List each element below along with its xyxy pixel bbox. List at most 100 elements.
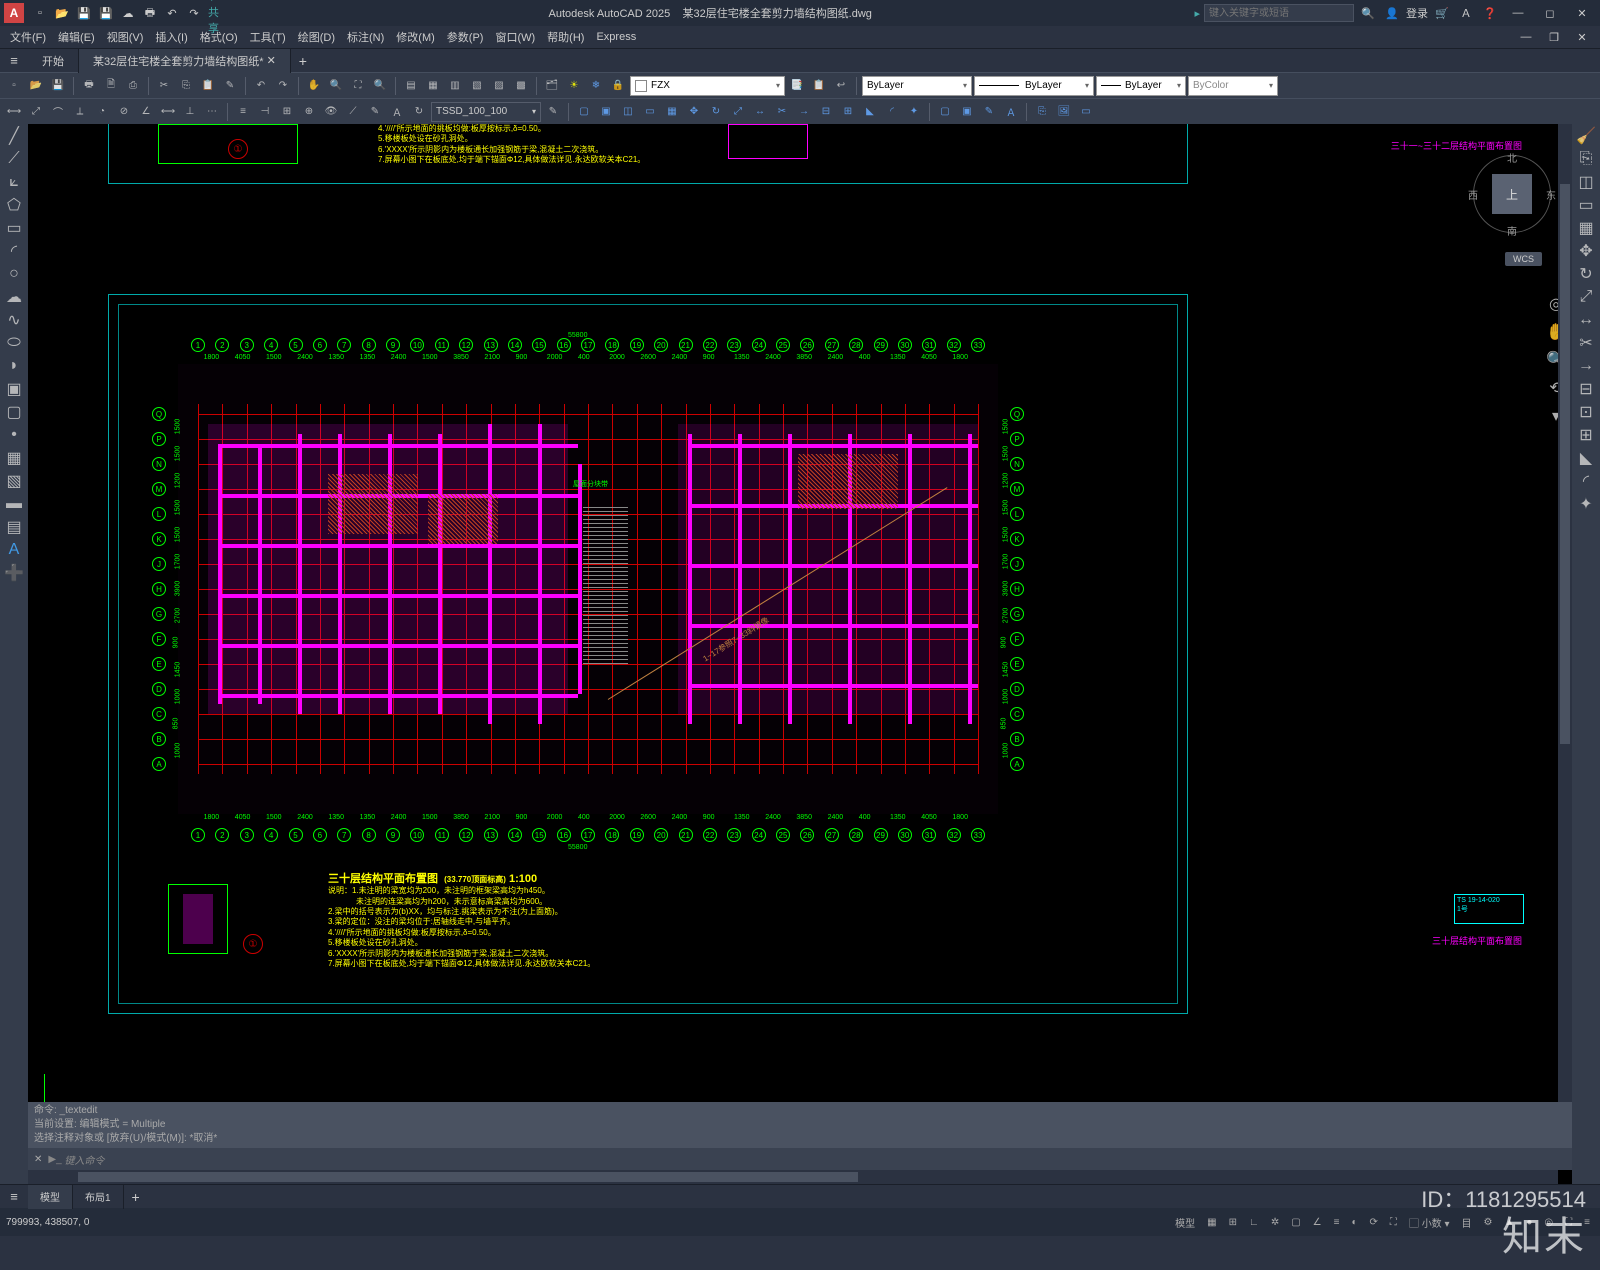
hardware-icon[interactable]: ● xyxy=(1522,1215,1536,1230)
join-icon[interactable]: ⊞ xyxy=(838,102,858,122)
r-break-icon[interactable]: ⊡ xyxy=(1576,402,1596,422)
dim-linear-icon[interactable]: ⟷ xyxy=(4,102,24,122)
new-icon[interactable]: ▫ xyxy=(32,5,48,21)
menu-help[interactable]: 帮助(H) xyxy=(541,27,590,47)
save-icon[interactable]: 💾 xyxy=(76,5,92,21)
dim-continue-icon[interactable]: ⋯ xyxy=(202,102,222,122)
menu-file[interactable]: 文件(F) xyxy=(4,27,52,47)
wcs-badge[interactable]: WCS xyxy=(1505,252,1542,266)
table-icon[interactable]: ▤ xyxy=(4,517,24,537)
minimize-icon[interactable]: — xyxy=(1504,2,1532,24)
tab-add-button[interactable]: + xyxy=(291,53,315,69)
copy-obj-icon[interactable]: ▣ xyxy=(596,102,616,122)
menu-view[interactable]: 视图(V) xyxy=(101,27,150,47)
insert-icon[interactable]: ▣ xyxy=(4,379,24,399)
block-edit-icon[interactable]: ✎ xyxy=(979,102,999,122)
cut-icon[interactable]: ✂ xyxy=(154,76,174,96)
info-icon[interactable]: ❓ xyxy=(1482,5,1498,21)
dim-space-icon[interactable]: ≡ xyxy=(233,102,253,122)
block-insert-icon[interactable]: ▢ xyxy=(935,102,955,122)
zoom-rt-icon[interactable]: 🔍 xyxy=(326,76,346,96)
markup-icon[interactable]: ▨ xyxy=(489,76,509,96)
paste-icon[interactable]: 📋 xyxy=(198,76,218,96)
spline-icon[interactable]: ∿ xyxy=(4,310,24,330)
ellipse-icon[interactable]: ⬭ xyxy=(4,333,24,353)
layer-dropdown[interactable]: FZX▾ xyxy=(630,76,785,96)
tab-model[interactable]: 模型 xyxy=(28,1185,73,1209)
polygon-icon[interactable]: ⬠ xyxy=(4,195,24,215)
revcloud-icon[interactable]: ☁ xyxy=(4,287,24,307)
layer-freeze-icon[interactable]: ❄ xyxy=(586,76,606,96)
layer-sun-icon[interactable]: ☀ xyxy=(564,76,584,96)
lineweight-dropdown[interactable]: ByLayer▾ xyxy=(1096,76,1186,96)
gradient-icon[interactable]: ▧ xyxy=(4,471,24,491)
scale-icon[interactable]: ⤢ xyxy=(728,102,748,122)
preview-icon[interactable]: 🗎 xyxy=(101,76,121,96)
r-chamfer-icon[interactable]: ◣ xyxy=(1576,448,1596,468)
login-link[interactable]: 登录 xyxy=(1406,5,1428,21)
center-mark-icon[interactable]: ⊕ xyxy=(299,102,319,122)
dim-break-icon[interactable]: ⊣ xyxy=(255,102,275,122)
point-icon[interactable]: • xyxy=(4,425,24,445)
doc-restore-icon[interactable]: ❐ xyxy=(1540,26,1568,48)
dim-baseline-icon[interactable]: ⊥ xyxy=(180,102,200,122)
layout-menu-icon[interactable]: ≡ xyxy=(0,1189,28,1204)
otrack-toggle-icon[interactable]: ∠ xyxy=(1309,1215,1326,1230)
polar-toggle-icon[interactable]: ✲ xyxy=(1267,1215,1283,1230)
mtext-icon[interactable]: A xyxy=(4,540,24,560)
r-offset-icon[interactable]: ▭ xyxy=(1576,195,1596,215)
cycling-icon[interactable]: ⟳ xyxy=(1366,1215,1382,1230)
tool-palettes-icon[interactable]: ▥ xyxy=(445,76,465,96)
dim-quick-icon[interactable]: ⟷ xyxy=(158,102,178,122)
r-erase-icon[interactable]: 🧹 xyxy=(1576,126,1596,146)
layer-prev-icon[interactable]: ↩ xyxy=(831,76,851,96)
r-join-icon[interactable]: ⊞ xyxy=(1576,425,1596,445)
horizontal-scrollbar[interactable] xyxy=(28,1170,1558,1184)
array-icon[interactable]: ▦ xyxy=(662,102,682,122)
r-copy-icon[interactable]: ⎘ xyxy=(1576,149,1596,169)
r-move-icon[interactable]: ✥ xyxy=(1576,241,1596,261)
transparency-icon[interactable]: ◐ xyxy=(1347,1215,1361,1230)
dim-arc-icon[interactable]: ⌒ xyxy=(48,102,68,122)
isolate-icon[interactable]: ◎ xyxy=(1540,1215,1557,1230)
attdef-icon[interactable]: Ａ xyxy=(1001,102,1021,122)
qopen-icon[interactable]: 📂 xyxy=(26,76,46,96)
qnew-icon[interactable]: ▫ xyxy=(4,76,24,96)
move-icon[interactable]: ✥ xyxy=(684,102,704,122)
tab-start[interactable]: 开始 xyxy=(28,49,79,73)
circle-icon[interactable]: ○ xyxy=(4,264,24,284)
menu-draw[interactable]: 绘图(D) xyxy=(292,27,341,47)
appstore-icon[interactable]: Ａ xyxy=(1458,5,1474,21)
extend-icon[interactable]: → xyxy=(794,102,814,122)
addselected-icon[interactable]: ➕ xyxy=(4,563,24,583)
inspect-icon[interactable]: 👁 xyxy=(321,102,341,122)
r-scale-icon[interactable]: ⤢ xyxy=(1576,287,1596,307)
menu-param[interactable]: 参数(P) xyxy=(441,27,490,47)
r-extend-icon[interactable]: → xyxy=(1576,356,1596,376)
chamfer-icon[interactable]: ◣ xyxy=(860,102,880,122)
vertical-scroll-thumb[interactable] xyxy=(1560,184,1570,744)
menu-express[interactable]: Express xyxy=(590,29,642,45)
xline-icon[interactable]: ⟋ xyxy=(4,149,24,169)
sheet-set-icon[interactable]: ▧ xyxy=(467,76,487,96)
stretch-icon[interactable]: ↔ xyxy=(750,102,770,122)
coords-readout[interactable]: 799993, 438507, 0 xyxy=(6,1217,89,1228)
layer-props-icon[interactable]: 🗂 xyxy=(542,76,562,96)
doc-close-icon[interactable]: ✕ xyxy=(1568,26,1596,48)
linetype-dropdown[interactable]: ByLayer▾ xyxy=(974,76,1094,96)
app-menu-icon[interactable]: ≡ xyxy=(0,53,28,68)
app-logo[interactable]: A xyxy=(4,3,24,23)
layer-state-dropdown[interactable]: ByLayer▾ xyxy=(862,76,972,96)
help-search-input[interactable] xyxy=(1204,4,1354,22)
dim-style-btn-icon[interactable]: ✎ xyxy=(543,102,563,122)
modelspace-btn[interactable]: 模型 xyxy=(1171,1213,1199,1232)
break-icon[interactable]: ⊟ xyxy=(816,102,836,122)
image-icon[interactable]: 🖼 xyxy=(1054,102,1074,122)
fillet-icon[interactable]: ◜ xyxy=(882,102,902,122)
menu-insert[interactable]: 插入(I) xyxy=(149,27,193,47)
arc-icon[interactable]: ◜ xyxy=(4,241,24,261)
open-icon[interactable]: 📂 xyxy=(54,5,70,21)
menu-tools[interactable]: 工具(T) xyxy=(244,27,292,47)
dim-edit-icon[interactable]: ✎ xyxy=(365,102,385,122)
block-create-icon[interactable]: ▣ xyxy=(957,102,977,122)
